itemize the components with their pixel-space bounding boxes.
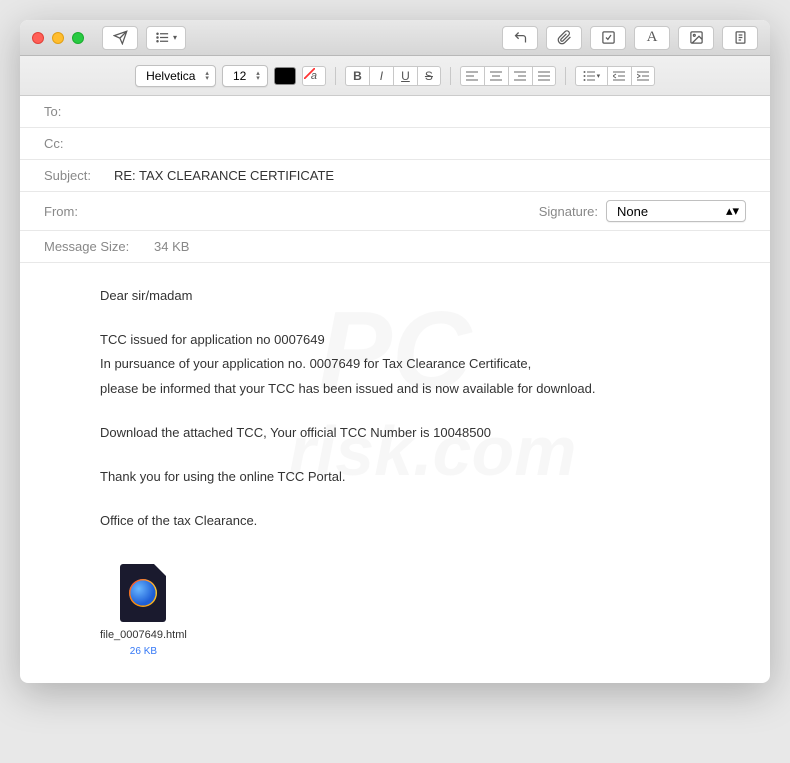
cc-label: Cc:	[44, 136, 144, 151]
paperclip-icon	[557, 30, 572, 45]
body-line1: TCC issued for application no 0007649	[100, 331, 746, 349]
traffic-lights	[32, 32, 84, 44]
compose-window: PC risk.com ▾	[20, 20, 770, 683]
body-greeting: Dear sir/madam	[100, 287, 746, 305]
text-style-group: B I U S	[345, 66, 441, 86]
signature-wrap: Signature: None ▴▾	[539, 200, 746, 222]
italic-icon: I	[380, 69, 383, 83]
firefox-icon	[129, 579, 157, 607]
list-icon	[155, 30, 170, 45]
reply-button[interactable]	[502, 26, 538, 50]
signature-label: Signature:	[539, 204, 598, 219]
message-size-row: Message Size: 34 KB	[20, 231, 770, 263]
markup-icon	[601, 30, 616, 45]
message-size-label: Message Size:	[44, 239, 154, 254]
from-label: From:	[44, 204, 144, 219]
zoom-button[interactable]	[72, 32, 84, 44]
outdent-icon	[613, 71, 625, 81]
signature-dropdown[interactable]: None ▴▾	[606, 200, 746, 222]
italic-button[interactable]: I	[369, 66, 393, 86]
subject-label: Subject:	[44, 168, 114, 183]
align-left-icon	[466, 71, 478, 81]
from-row: From: Signature: None ▴▾	[20, 192, 770, 231]
paper-plane-icon	[113, 30, 128, 45]
format-a-icon: A	[647, 29, 658, 46]
underline-button[interactable]: U	[393, 66, 417, 86]
reply-icon	[513, 30, 528, 45]
indent-button[interactable]	[631, 66, 655, 86]
attach-button[interactable]	[546, 26, 582, 50]
markup-button[interactable]	[590, 26, 626, 50]
emoji-button[interactable]	[722, 26, 758, 50]
document-icon	[733, 30, 748, 45]
minimize-button[interactable]	[52, 32, 64, 44]
toolbar-right: A	[502, 26, 758, 50]
toolbar-left: ▾	[102, 26, 186, 50]
align-center-button[interactable]	[484, 66, 508, 86]
font-family-dropdown[interactable]: Helvetica ▴▾	[135, 65, 216, 87]
attachment-name: file_0007649.html	[100, 628, 187, 643]
format-bar: Helvetica ▴▾ 12 ▴▾ a B I U S ▾	[20, 56, 770, 96]
body-line6: Office of the tax Clearance.	[100, 512, 746, 530]
message-size-value: 34 KB	[154, 239, 746, 254]
align-right-button[interactable]	[508, 66, 532, 86]
align-justify-icon	[538, 71, 550, 81]
body-line5: Thank you for using the online TCC Porta…	[100, 468, 746, 486]
divider	[335, 67, 336, 85]
text-color-swatch[interactable]	[274, 67, 296, 85]
font-family-value: Helvetica	[146, 69, 195, 83]
cc-row[interactable]: Cc:	[20, 128, 770, 160]
indent-icon	[637, 71, 649, 81]
titlebar: ▾ A	[20, 20, 770, 56]
bold-button[interactable]: B	[345, 66, 369, 86]
header-fields-button[interactable]: ▾	[146, 26, 186, 50]
underline-icon: U	[401, 69, 410, 83]
chevron-down-icon: ▾	[173, 33, 177, 42]
align-right-icon	[514, 71, 526, 81]
background-color-button[interactable]: a	[302, 66, 326, 86]
list-style-button[interactable]: ▾	[575, 66, 607, 86]
align-group	[460, 66, 556, 86]
to-label: To:	[44, 104, 144, 119]
stepper-icon: ▴▾	[726, 203, 739, 219]
font-size-dropdown[interactable]: 12 ▴▾	[222, 65, 268, 87]
to-row[interactable]: To:	[20, 96, 770, 128]
message-body[interactable]: Dear sir/madam TCC issued for applicatio…	[20, 263, 770, 683]
outdent-button[interactable]	[607, 66, 631, 86]
align-justify-button[interactable]	[532, 66, 556, 86]
body-line4: Download the attached TCC, Your official…	[100, 424, 746, 442]
list-indent-group: ▾	[575, 66, 655, 86]
send-button[interactable]	[102, 26, 138, 50]
image-icon	[689, 30, 704, 45]
stepper-icon: ▴▾	[256, 71, 260, 81]
body-line3: please be informed that your TCC has bee…	[100, 380, 746, 398]
divider	[565, 67, 566, 85]
bullet-list-icon	[583, 71, 595, 81]
strikethrough-button[interactable]: S	[417, 66, 441, 86]
attachment-file-icon	[120, 564, 166, 622]
format-button[interactable]: A	[634, 26, 670, 50]
attachment-size: 26 KB	[130, 645, 157, 659]
subject-value[interactable]: RE: TAX CLEARANCE CERTIFICATE	[114, 168, 746, 183]
photo-browser-button[interactable]	[678, 26, 714, 50]
strikethrough-icon: S	[425, 69, 433, 83]
attachment[interactable]: file_0007649.html 26 KB	[100, 564, 187, 658]
bold-icon: B	[353, 69, 362, 83]
font-size-value: 12	[233, 69, 246, 83]
chevron-down-icon: ▾	[597, 72, 601, 80]
align-left-button[interactable]	[460, 66, 484, 86]
body-line2: In pursuance of your application no. 000…	[100, 355, 746, 373]
divider	[450, 67, 451, 85]
align-center-icon	[490, 71, 502, 81]
signature-value: None	[617, 204, 648, 219]
close-button[interactable]	[32, 32, 44, 44]
stepper-icon: ▴▾	[205, 71, 209, 81]
subject-row[interactable]: Subject: RE: TAX CLEARANCE CERTIFICATE	[20, 160, 770, 192]
strike-red-icon	[304, 68, 315, 79]
